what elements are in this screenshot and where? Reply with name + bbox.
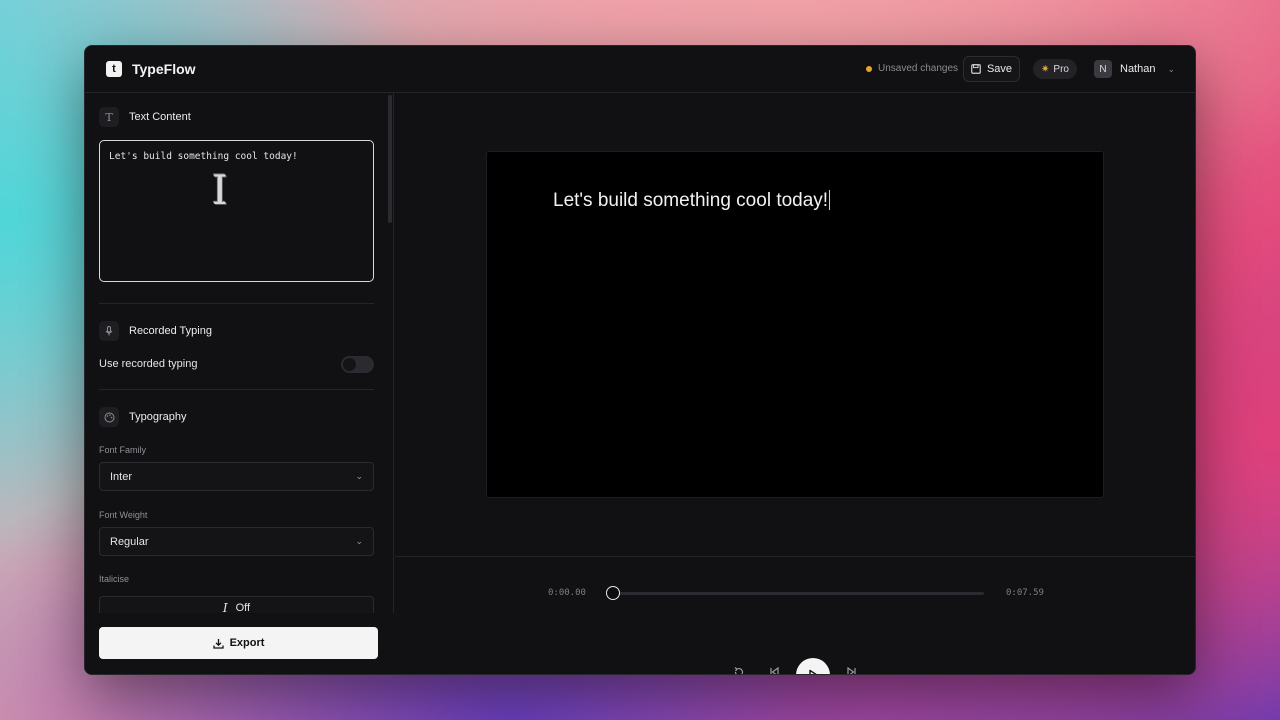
palette-icon: [99, 407, 119, 427]
skip-forward-button[interactable]: [846, 666, 857, 674]
section-title: Typography: [129, 411, 187, 423]
font-family-value: Inter: [110, 470, 133, 483]
font-family-label: Font Family: [99, 445, 147, 455]
export-button[interactable]: Export: [99, 627, 378, 659]
italicise-label: Italicise: [99, 574, 130, 584]
export-label: Export: [229, 637, 265, 649]
preview-text: Let's build something cool today!: [553, 190, 831, 212]
save-label: Save: [986, 63, 1013, 75]
skip-back-button[interactable]: [769, 666, 780, 674]
restart-icon: [734, 667, 744, 674]
text-content-header: T Text Content: [99, 107, 191, 127]
divider: [395, 556, 1195, 557]
preview-text-value: Let's build something cool today!: [553, 190, 829, 211]
section-title: Recorded Typing: [129, 325, 212, 337]
app-logo-icon: t: [106, 61, 122, 77]
pro-badge[interactable]: ✷ Pro: [1033, 59, 1077, 79]
export-area: Export: [85, 613, 394, 674]
current-time: 0:00.00: [548, 588, 586, 598]
settings-sidebar: T Text Content Let's build something coo…: [85, 93, 394, 674]
unsaved-text: Unsaved changes: [878, 63, 959, 74]
status-dot-icon: [866, 65, 872, 72]
preview-area: Let's build something cool today! 0:00.0…: [395, 93, 1195, 674]
save-button[interactable]: Save: [963, 56, 1020, 82]
chevron-down-icon: ⌄: [1167, 63, 1176, 74]
chevron-down-icon: ⌄: [355, 536, 363, 546]
play-icon: [809, 669, 817, 674]
recorded-typing-header: Recorded Typing: [99, 321, 212, 341]
unsaved-status: Unsaved changes: [866, 63, 958, 74]
skip-back-icon: [770, 666, 779, 674]
sidebar-scrollbar[interactable]: [388, 95, 392, 223]
download-icon: [212, 638, 224, 649]
app-name: TypeFlow: [132, 61, 196, 77]
recorded-typing-toggle[interactable]: [341, 356, 374, 373]
text-icon: T: [99, 107, 119, 127]
font-family-select[interactable]: Inter ⌄: [99, 462, 374, 491]
save-icon: [971, 64, 981, 74]
chevron-down-icon: ⌄: [355, 471, 363, 481]
total-time: 0:07.59: [1006, 588, 1044, 598]
sparkle-icon: ✷: [1041, 63, 1050, 75]
top-bar: t TypeFlow Unsaved changes Save ✷ Pro N …: [85, 46, 1195, 93]
font-weight-select[interactable]: Regular ⌄: [99, 527, 374, 556]
toggle-knob: [343, 358, 356, 371]
play-button[interactable]: [796, 658, 830, 674]
avatar: N: [1094, 60, 1112, 78]
text-cursor-icon: I: [212, 168, 228, 214]
timeline-scrubber[interactable]: [606, 586, 620, 600]
preview-canvas: Let's build something cool today!: [486, 151, 1104, 498]
font-weight-value: Regular: [110, 535, 149, 548]
typography-header: Typography: [99, 407, 186, 427]
text-content-value: Let's build something cool today!: [109, 151, 298, 162]
user-menu[interactable]: N Nathan ⌄: [1094, 60, 1175, 78]
app-window: t TypeFlow Unsaved changes Save ✷ Pro N …: [84, 45, 1196, 675]
section-title: Text Content: [129, 111, 191, 123]
timeline-track[interactable]: [614, 592, 984, 595]
microphone-icon: [99, 321, 119, 341]
font-weight-label: Font Weight: [99, 510, 148, 520]
text-caret: [829, 190, 831, 210]
text-content-input[interactable]: Let's build something cool today! I: [99, 140, 374, 282]
restart-button[interactable]: [733, 666, 745, 674]
divider: [99, 303, 374, 304]
recorded-typing-label: Use recorded typing: [99, 358, 198, 370]
skip-forward-icon: [847, 666, 856, 674]
user-name: Nathan: [1120, 63, 1156, 75]
pro-label: Pro: [1053, 63, 1069, 75]
divider: [99, 389, 374, 390]
